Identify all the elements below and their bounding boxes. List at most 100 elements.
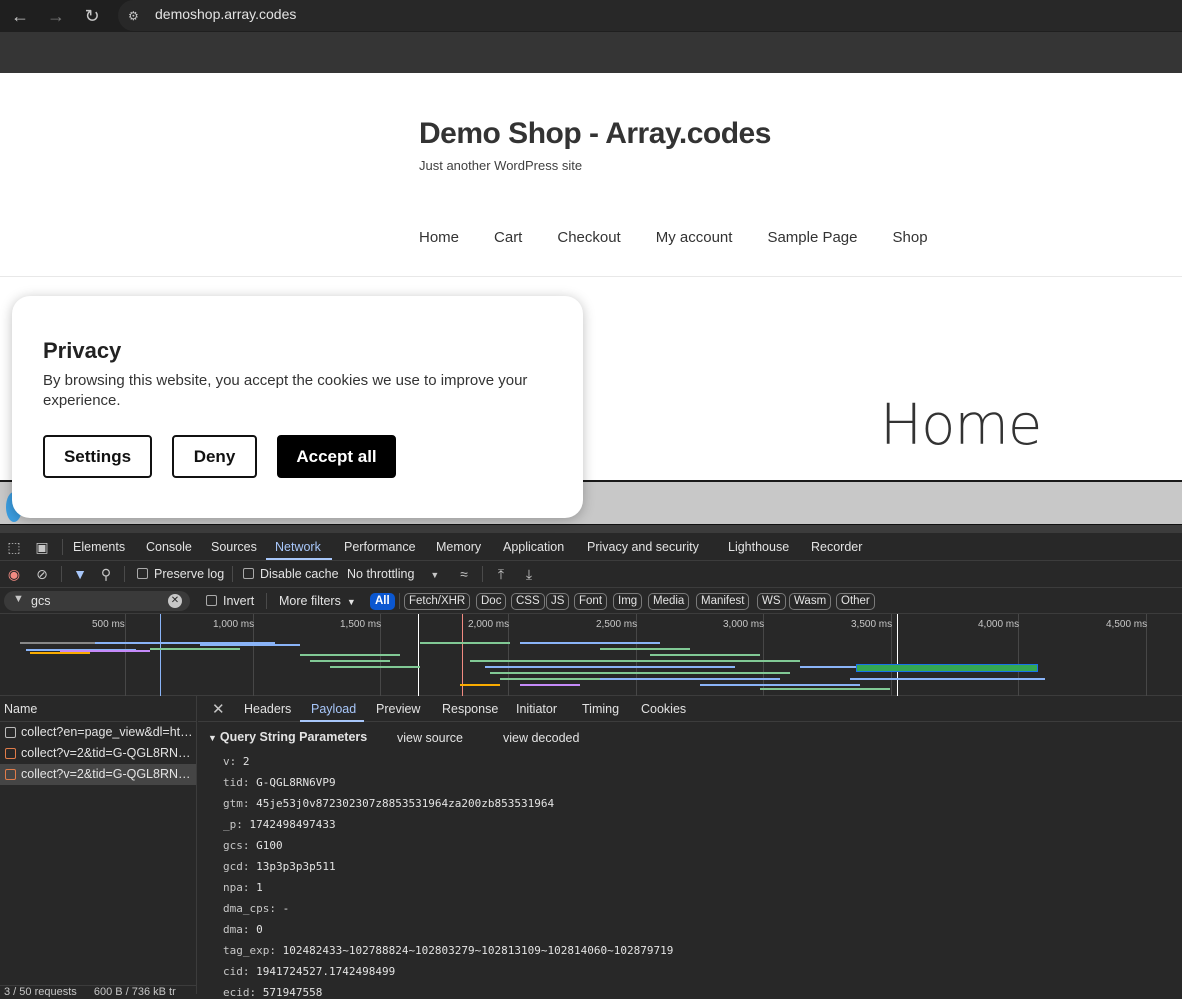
tab-initiator[interactable]: Initiator bbox=[516, 702, 557, 716]
tab-memory[interactable]: Memory bbox=[436, 540, 481, 554]
inspect-element-icon[interactable]: ⬚ bbox=[5, 538, 23, 556]
query-param-row: gcs: G100 bbox=[223, 839, 283, 852]
param-key: dma_cps: bbox=[223, 902, 283, 915]
query-param-row: gtm: 45je53j0v872302307z8853531964za200z… bbox=[223, 797, 554, 810]
chevron-down-icon: ▼ bbox=[430, 570, 440, 580]
waterfall-bar bbox=[310, 660, 390, 662]
request-name: collect?en=page_view&dl=https%3A%2F%2Fde… bbox=[21, 725, 193, 739]
network-toolbar: ◉ ⊘ ▼ ⚲ Preserve log Disable cache No th… bbox=[0, 561, 1182, 588]
address-bar[interactable]: ⚙ demoshop.array.codes bbox=[118, 0, 1182, 31]
request-row[interactable]: collect?v=2&tid=G-QGL8RN6VP9&gtm=45je53j… bbox=[0, 743, 196, 764]
request-row-selected[interactable]: collect?v=2&tid=G-QGL8RN6VP9&gtm=45je53j… bbox=[0, 764, 196, 785]
checkbox-icon bbox=[243, 568, 254, 579]
nav-cart[interactable]: Cart bbox=[494, 229, 522, 246]
request-row[interactable]: collect?en=page_view&dl=https%3A%2F%2Fde… bbox=[0, 722, 196, 743]
type-filter-js[interactable]: JS bbox=[546, 593, 570, 610]
stop-recording-icon[interactable]: ◉ bbox=[5, 565, 23, 583]
type-filter-all[interactable]: All bbox=[370, 593, 395, 610]
filter-separator bbox=[399, 593, 400, 609]
waterfall-bar bbox=[700, 684, 860, 686]
clear-icon[interactable]: ⊘ bbox=[33, 565, 51, 583]
tab-lighthouse[interactable]: Lighthouse bbox=[728, 540, 789, 554]
waterfall-bar bbox=[330, 666, 420, 668]
back-icon[interactable]: ← bbox=[8, 4, 32, 28]
type-filter-ws[interactable]: WS bbox=[757, 593, 786, 610]
tab-preview[interactable]: Preview bbox=[376, 702, 420, 716]
type-filter-media[interactable]: Media bbox=[648, 593, 690, 610]
clear-filter-icon[interactable]: ✕ bbox=[168, 594, 182, 608]
reload-icon[interactable]: ↻ bbox=[80, 4, 104, 28]
tab-console[interactable]: Console bbox=[146, 540, 192, 554]
finish-marker bbox=[897, 614, 898, 696]
import-har-icon[interactable]: ⤒ bbox=[492, 565, 510, 583]
nav-home[interactable]: Home bbox=[419, 229, 459, 246]
nav-shop[interactable]: Shop bbox=[893, 229, 928, 246]
tab-response[interactable]: Response bbox=[442, 702, 498, 716]
tab-headers[interactable]: Headers bbox=[244, 702, 291, 716]
type-filter-img[interactable]: Img bbox=[613, 593, 643, 610]
type-filter-doc[interactable]: Doc bbox=[476, 593, 507, 610]
settings-button[interactable]: Settings bbox=[43, 435, 152, 478]
accept-all-button[interactable]: Accept all bbox=[277, 435, 396, 478]
site-title[interactable]: Demo Shop - Array.codes bbox=[419, 117, 771, 151]
invert-checkbox[interactable]: Invert bbox=[206, 594, 254, 608]
tab-timing[interactable]: Timing bbox=[582, 702, 619, 716]
nav-checkout[interactable]: Checkout bbox=[557, 229, 620, 246]
type-filter-wasm[interactable]: Wasm bbox=[789, 593, 832, 610]
param-value: G-QGL8RN6VP9 bbox=[256, 776, 336, 789]
tab-recorder[interactable]: Recorder bbox=[811, 540, 862, 554]
deny-button[interactable]: Deny bbox=[172, 435, 257, 478]
network-conditions-icon[interactable]: ≈ bbox=[455, 565, 473, 583]
site-info-icon[interactable]: ⚙ bbox=[128, 8, 144, 24]
tab-privacy-security[interactable]: Privacy and security bbox=[587, 540, 699, 554]
param-value: 571947558 bbox=[262, 986, 323, 999]
device-toolbar-icon[interactable]: ▣ bbox=[33, 538, 51, 556]
nav-sample-page[interactable]: Sample Page bbox=[767, 229, 857, 246]
selected-request-bar bbox=[856, 664, 1038, 672]
tab-performance[interactable]: Performance bbox=[344, 540, 416, 554]
filter-input[interactable]: ▼ gcs ✕ bbox=[4, 591, 190, 611]
tab-cookies[interactable]: Cookies bbox=[641, 702, 686, 716]
export-har-icon[interactable]: ⤓ bbox=[520, 565, 538, 583]
query-param-row: dma_cps: - bbox=[223, 902, 289, 915]
main-nav: Home Cart Checkout My account Sample Pag… bbox=[419, 229, 963, 246]
disable-cache-checkbox[interactable]: Disable cache bbox=[243, 567, 339, 581]
waterfall-bar bbox=[800, 666, 860, 668]
more-filters-dropdown[interactable]: More filters ▼ bbox=[279, 594, 356, 608]
preserve-log-checkbox[interactable]: Preserve log bbox=[137, 567, 224, 581]
type-filter-manifest[interactable]: Manifest bbox=[696, 593, 750, 610]
devtools-resizer[interactable] bbox=[0, 525, 1182, 533]
search-icon[interactable]: ⚲ bbox=[97, 565, 115, 583]
tab-payload[interactable]: Payload bbox=[311, 702, 356, 716]
privacy-title: Privacy bbox=[43, 338, 122, 363]
waterfall-bar bbox=[150, 648, 240, 650]
header-divider bbox=[0, 276, 1182, 277]
nav-my-account[interactable]: My account bbox=[656, 229, 733, 246]
dom-content-loaded-marker bbox=[160, 614, 161, 696]
requests-header[interactable]: Name bbox=[0, 696, 197, 722]
waterfall-bar bbox=[520, 684, 580, 686]
type-filter-font[interactable]: Font bbox=[574, 593, 608, 610]
param-key: gcd: bbox=[223, 860, 257, 873]
type-filter-other[interactable]: Other bbox=[836, 593, 875, 610]
forward-icon[interactable]: → bbox=[44, 4, 68, 28]
query-param-row: _p: 1742498497433 bbox=[223, 818, 336, 831]
tab-sources[interactable]: Sources bbox=[211, 540, 257, 554]
type-filter-css[interactable]: CSS bbox=[511, 593, 545, 610]
tab-elements[interactable]: Elements bbox=[73, 540, 125, 554]
tab-application[interactable]: Application bbox=[503, 540, 564, 554]
view-decoded-link[interactable]: view decoded bbox=[503, 731, 579, 745]
type-filter-fetch-xhr[interactable]: Fetch/XHR bbox=[404, 593, 471, 610]
tab-network[interactable]: Network bbox=[275, 540, 321, 554]
toolbar-separator bbox=[232, 566, 233, 582]
param-key: tid: bbox=[223, 776, 257, 789]
query-string-section-toggle[interactable]: ▼ Query String Parameters bbox=[208, 730, 367, 744]
network-overview-timeline[interactable]: 500 ms 1,000 ms 1,500 ms 2,000 ms 2,500 … bbox=[0, 614, 1182, 696]
view-source-link[interactable]: view source bbox=[397, 731, 463, 745]
filter-value: gcs bbox=[31, 594, 51, 608]
filter-icon[interactable]: ▼ bbox=[71, 565, 89, 583]
waterfall-bar bbox=[700, 660, 800, 662]
filter-funnel-icon: ▼ bbox=[13, 593, 24, 605]
close-icon[interactable]: ✕ bbox=[212, 700, 225, 718]
throttling-select[interactable]: No throttling ▼ bbox=[347, 567, 439, 581]
